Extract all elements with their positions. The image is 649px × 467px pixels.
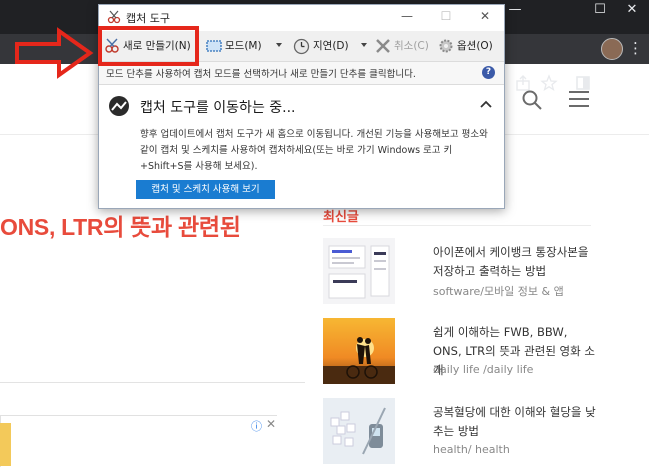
snip-sketch-icon <box>109 96 129 116</box>
delay-button[interactable]: 지연(D) <box>293 37 349 55</box>
snip-window-title: 캡처 도구 <box>126 12 170 25</box>
ad-close-icon[interactable]: ✕ <box>266 417 276 431</box>
mode-dropdown-caret[interactable] <box>276 43 282 47</box>
ad-area[interactable] <box>0 415 277 467</box>
post-thumbnail[interactable] <box>323 318 395 384</box>
ad-image[interactable] <box>0 423 11 466</box>
more-icon[interactable]: ⋮ <box>628 38 643 58</box>
mode-button[interactable]: 모드(M) <box>206 37 262 55</box>
avatar[interactable] <box>601 38 623 60</box>
snip-hint-text: 모드 단추를 사용하여 캡처 모드를 선택하거나 새로 만들기 단추를 클릭합니… <box>106 69 416 80</box>
options-label: 옵션(O) <box>457 40 493 52</box>
sidebar-icon[interactable] <box>574 74 592 92</box>
red-arrow-annotation <box>15 27 94 79</box>
menu-icon[interactable] <box>569 91 589 109</box>
snip-maximize-button[interactable]: ☐ <box>436 9 456 23</box>
try-snip-sketch-button[interactable]: 캡처 및 스케치 사용해 보기 <box>136 180 275 199</box>
ad-info-icon[interactable]: ⓘ <box>251 418 262 434</box>
maximize-button[interactable]: ☐ <box>585 0 615 20</box>
chevron-up-icon[interactable] <box>480 99 492 109</box>
snip-move-notice: 캡처 도구를 이동하는 중... 향후 업데이트에서 캡처 도구가 새 홈으로 … <box>99 85 504 208</box>
post-thumbnail[interactable] <box>323 398 395 464</box>
scissors-icon <box>107 10 121 24</box>
cancel-button[interactable]: 취소(C) <box>375 37 429 55</box>
post-title[interactable]: 아이폰에서 케이뱅크 통장사본을 저장하고 출력하는 방법 <box>433 243 598 281</box>
content-divider <box>0 382 305 383</box>
red-highlight-box <box>98 26 199 66</box>
snip-close-button[interactable]: ✕ <box>475 9 495 23</box>
delay-label: 지연(D) <box>313 40 349 52</box>
close-button[interactable]: ✕ <box>617 0 647 20</box>
snip-minimize-button[interactable]: — <box>397 9 417 23</box>
move-notice-title: 캡처 도구를 이동하는 중... <box>140 100 296 116</box>
options-button[interactable]: 옵션(O) <box>438 37 493 55</box>
delay-dropdown-caret[interactable] <box>361 43 367 47</box>
article-headline[interactable]: ONS, LTR의 뜻과 관련된 <box>0 208 241 242</box>
post-title[interactable]: 공복혈당에 대한 이해와 혈당을 낮추는 방법 <box>433 403 598 441</box>
post-category[interactable]: health/ health <box>433 443 510 456</box>
recent-divider <box>323 225 591 226</box>
mode-label: 모드(M) <box>225 40 262 52</box>
mode-icon <box>206 40 222 52</box>
cancel-x-icon <box>376 39 390 53</box>
clock-icon <box>293 38 310 54</box>
post-category[interactable]: software/모바일 정보 & 앱 <box>433 283 564 299</box>
post-thumbnail[interactable] <box>323 238 395 304</box>
help-icon[interactable]: ? <box>482 66 495 79</box>
post-category[interactable]: daily life /daily life <box>433 363 533 376</box>
gear-icon <box>439 39 453 53</box>
search-icon[interactable] <box>521 89 543 111</box>
move-notice-description: 향후 업데이트에서 캡처 도구가 새 홈으로 이동됩니다. 개선된 기능을 사용… <box>140 129 488 172</box>
cancel-label: 취소(C) <box>394 40 429 52</box>
